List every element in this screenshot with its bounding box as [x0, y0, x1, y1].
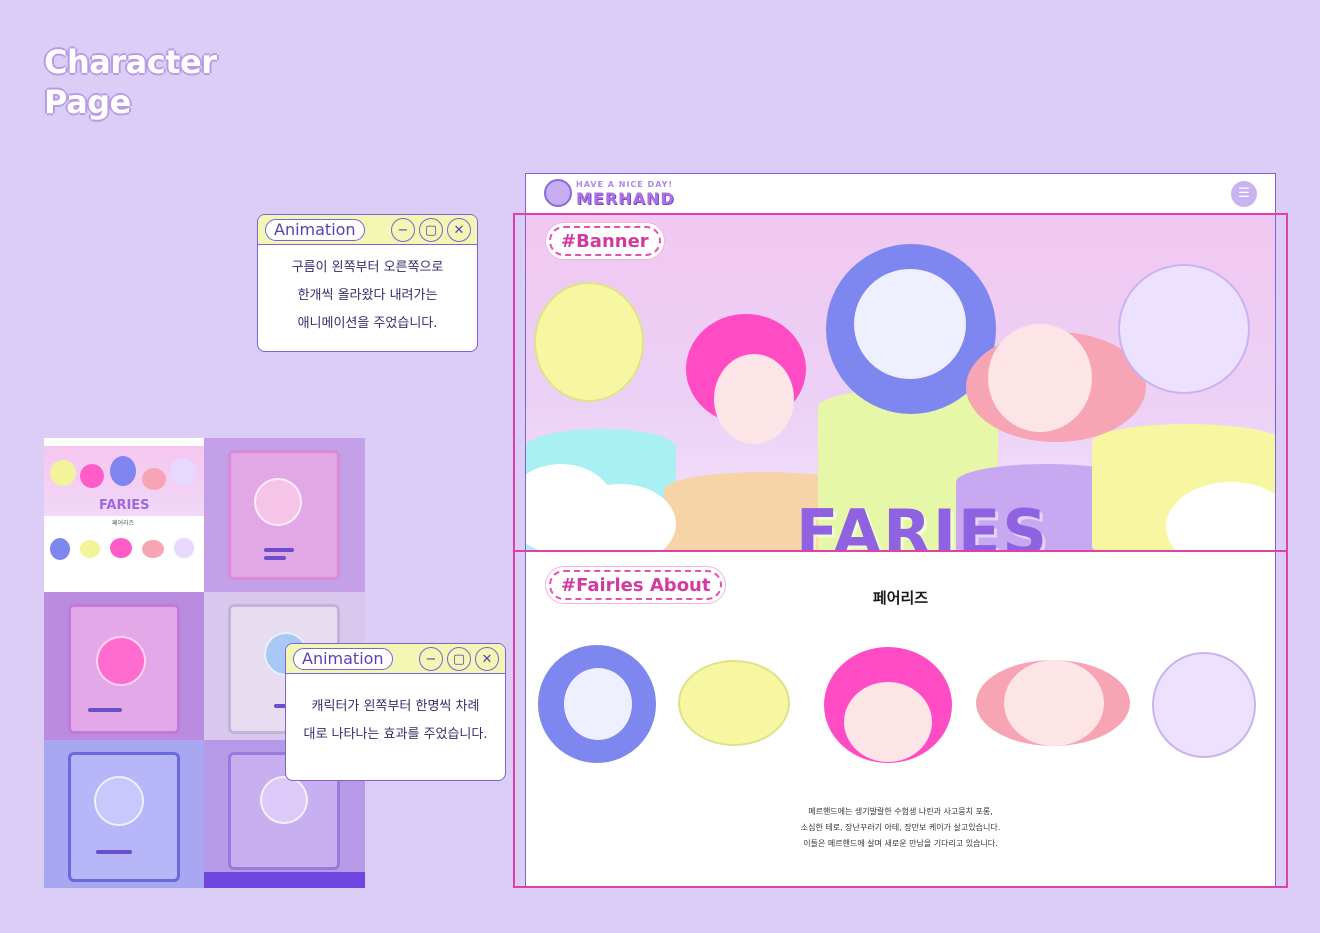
thumbnail-ticket-2 [44, 592, 204, 740]
popup-line: 대로 나타나는 효과를 주었습니다. [303, 727, 488, 742]
thumbnail-character [170, 458, 196, 486]
thumbnail-ticket-circle [96, 636, 146, 686]
popup-tag: Animation [293, 648, 393, 670]
thumbnail-face [50, 538, 70, 560]
popup-body: 구름이 왼쪽부터 오른쪽으로 한개씩 올라왔다 내려가는 애니메이션을 주었습니… [258, 245, 477, 338]
thumbnail-character [80, 464, 104, 488]
thumbnail-ticket-circle [94, 776, 144, 826]
banner-hashtag: #Banner [545, 222, 665, 260]
logo-icon[interactable] [544, 179, 572, 207]
window-controls: − ▢ ✕ [391, 218, 471, 242]
thumbnail-character [110, 456, 136, 486]
banner-hashtag-text: #Banner [549, 226, 661, 256]
logo-tagline: HAVE A NICE DAY! [576, 180, 674, 189]
thumbnail-ticket-1 [204, 438, 365, 592]
thumbnail-face [110, 538, 132, 558]
thumbnail-bar [264, 548, 294, 552]
about-hashtag: #Fairles About [545, 566, 727, 604]
minimize-icon[interactable]: − [419, 647, 443, 671]
popup-line: 구름이 왼쪽부터 오른쪽으로 [291, 260, 444, 275]
page-heading-line-1: Character [44, 43, 217, 81]
popup-line: 한개씩 올라왔다 내려가는 [297, 288, 438, 303]
thumbnail-subtitle: 페어리즈 [112, 520, 135, 527]
thumbnail-face [174, 538, 194, 558]
thumbnail-ticket-4 [44, 740, 204, 888]
thumbnail-footer [204, 872, 365, 888]
page-heading-line-2: Page [44, 83, 131, 121]
thumbnail-face [80, 540, 100, 558]
page-heading: Character Page [44, 42, 217, 122]
thumbnail-face [142, 540, 164, 558]
logo-name[interactable]: MERHAND [576, 189, 675, 208]
thumbnail-title: FARIES [99, 498, 150, 513]
popup-line: 캐릭터가 왼쪽부터 한명씩 차례 [311, 699, 480, 714]
thumbnail-home: FARIES 페어리즈 [44, 438, 204, 592]
popup-body: 캐릭터가 왼쪽부터 한명씩 차례 대로 나타나는 효과를 주었습니다. [286, 674, 505, 749]
thumbnail-bar [96, 850, 132, 854]
banner-highlight-frame [513, 213, 1288, 552]
thumbnail-ticket-circle [254, 478, 302, 526]
cart-menu-icon[interactable]: ☰ [1231, 181, 1257, 207]
thumbnail-bar [264, 556, 286, 560]
popup-titlebar: Animation − ▢ ✕ [286, 644, 505, 674]
close-icon[interactable]: ✕ [475, 647, 499, 671]
thumbnail-bar [88, 708, 122, 712]
maximize-icon[interactable]: ▢ [447, 647, 471, 671]
thumbnail-character [142, 468, 166, 490]
site-header: HAVE A NICE DAY! MERHAND ☰ [526, 174, 1275, 214]
close-icon[interactable]: ✕ [447, 218, 471, 242]
window-controls: − ▢ ✕ [419, 647, 499, 671]
maximize-icon[interactable]: ▢ [419, 218, 443, 242]
popup-titlebar: Animation − ▢ ✕ [258, 215, 477, 245]
thumbnail-character [50, 460, 76, 486]
popup-line: 애니메이션을 주었습니다. [297, 316, 438, 331]
animation-note-characters: Animation − ▢ ✕ 캐릭터가 왼쪽부터 한명씩 차례 대로 나타나는… [285, 643, 506, 781]
thumbnail-ticket-circle [260, 776, 308, 824]
minimize-icon[interactable]: − [391, 218, 415, 242]
about-hashtag-text: #Fairles About [549, 570, 723, 600]
popup-tag: Animation [265, 219, 365, 241]
animation-note-banner: Animation − ▢ ✕ 구름이 왼쪽부터 오른쪽으로 한개씩 올라왔다 … [257, 214, 478, 352]
